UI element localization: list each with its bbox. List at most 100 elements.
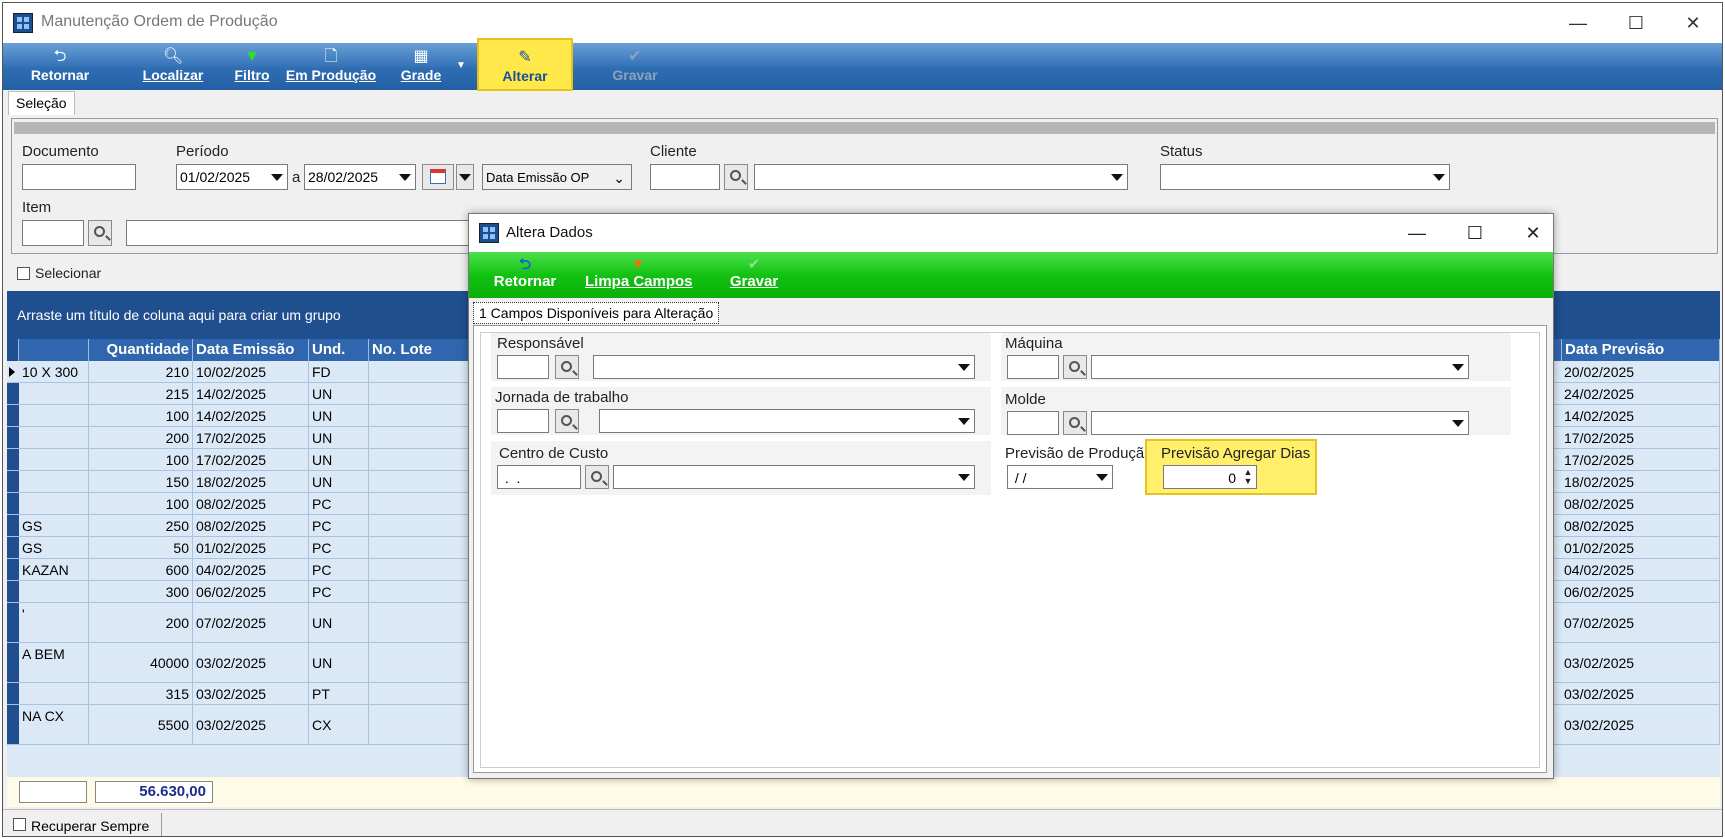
search-icon (1069, 417, 1080, 428)
cliente-code-input[interactable] (650, 164, 720, 190)
dialog-maximize-icon[interactable]: ☐ (1455, 219, 1495, 247)
maquina-code-input[interactable] (1007, 355, 1059, 379)
grade-dropdown-button[interactable]: ▼ (451, 43, 471, 90)
column-header-data-previsao[interactable]: Data Previsão (1561, 339, 1720, 361)
a-label: a (292, 169, 301, 186)
molde-code-input[interactable] (1007, 411, 1059, 435)
cell-data-emissao: 06/02/2025 (193, 581, 309, 602)
tab-selecao[interactable]: Seleção (8, 91, 75, 115)
row-indicator[interactable] (7, 383, 19, 404)
cell-descricao: A BEM (19, 643, 89, 682)
cell-no-lote (369, 471, 471, 492)
cell-data-previsao: 01/02/2025 (1561, 537, 1720, 558)
cliente-name-select[interactable] (754, 164, 1128, 190)
row-indicator[interactable] (7, 471, 19, 492)
cell-quantidade: 150 (89, 471, 193, 492)
documento-input[interactable] (22, 164, 136, 190)
centro-custo-code-input[interactable]: . . (497, 465, 581, 489)
tab-campos-disponiveis[interactable]: 1 Campos Disponíveis para Alteração (473, 302, 720, 324)
row-indicator[interactable] (7, 537, 19, 558)
chevron-down-icon[interactable] (399, 174, 411, 181)
cell-data-emissao: 04/02/2025 (193, 559, 309, 580)
edit-icon: ✎ (518, 49, 532, 66)
gravar-button[interactable]: ✔ Gravar (599, 43, 671, 90)
item-name-input[interactable] (126, 220, 486, 246)
cliente-search-button[interactable] (724, 164, 748, 190)
grid-icon: ▦ (413, 48, 429, 65)
row-indicator[interactable] (7, 361, 19, 382)
column-header-data-emissao[interactable]: Data Emissão (193, 339, 309, 361)
dialog-retornar-button[interactable]: ⮌ Retornar (491, 252, 559, 298)
row-indicator[interactable] (7, 449, 19, 470)
row-indicator[interactable] (7, 427, 19, 448)
cell-und: PC (309, 581, 369, 602)
centro-custo-code-value: . . (501, 470, 521, 486)
return-icon: ⮌ (518, 256, 531, 273)
row-indicator[interactable] (7, 603, 19, 642)
cell-data-emissao: 14/02/2025 (193, 383, 309, 404)
row-indicator[interactable] (7, 559, 19, 580)
cell-data-emissao: 18/02/2025 (193, 471, 309, 492)
recuperar-sempre-checkbox[interactable] (13, 818, 26, 831)
retornar-button[interactable]: ⮌ Retornar (17, 43, 103, 90)
centro-custo-search-button[interactable] (585, 465, 609, 489)
dialog-gravar-button[interactable]: ✔ Gravar (727, 252, 781, 298)
minimize-icon[interactable]: — (1556, 9, 1600, 37)
cell-no-lote (369, 643, 471, 682)
cell-quantidade: 250 (89, 515, 193, 536)
selecionar-checkbox[interactable] (17, 267, 30, 280)
limpa-campos-button[interactable]: ▼ Limpa Campos (585, 252, 693, 298)
row-indicator-header[interactable] (7, 339, 19, 361)
column-header-und[interactable]: Und. (309, 339, 369, 361)
previsao-agregar-input[interactable]: 0 ▲ ▼ (1163, 465, 1257, 489)
cell-und: PT (309, 683, 369, 704)
responsavel-select[interactable] (593, 355, 975, 379)
row-indicator[interactable] (7, 493, 19, 514)
alterar-button[interactable]: ✎ Alterar (477, 38, 573, 91)
maximize-icon[interactable]: ☐ (1614, 9, 1658, 37)
row-indicator[interactable] (7, 515, 19, 536)
grade-button[interactable]: ▦ Grade (393, 43, 449, 90)
status-select[interactable] (1160, 164, 1450, 190)
em-producao-button[interactable]: 🗋 Em Produção (282, 43, 380, 90)
row-indicator[interactable] (7, 683, 19, 704)
dialog-toolbar: ⮌ Retornar ▼ Limpa Campos ✔ Gravar (469, 252, 1553, 298)
column-header-descricao[interactable] (19, 339, 89, 361)
row-indicator[interactable] (7, 581, 19, 602)
date-type-select[interactable]: Data Emissão OP ⌄ (482, 164, 632, 190)
item-code-input[interactable] (22, 220, 84, 246)
cell-quantidade: 200 (89, 603, 193, 642)
responsavel-code-input[interactable] (497, 355, 549, 379)
column-header-no-lote[interactable]: No. Lote (369, 339, 471, 361)
dialog-minimize-icon[interactable]: — (1397, 219, 1437, 247)
jornada-search-button[interactable] (555, 409, 579, 433)
date-from-input[interactable]: 01/02/2025 (176, 164, 288, 190)
item-search-button[interactable] (88, 220, 112, 246)
filtro-button[interactable]: ▼ Filtro (229, 43, 275, 90)
calendar-button[interactable] (422, 164, 454, 190)
spinner-icon[interactable]: ▲ ▼ (1242, 468, 1254, 488)
calendar-dropdown-button[interactable] (456, 164, 474, 190)
chevron-down-icon[interactable] (271, 174, 283, 181)
dialog-close-icon[interactable]: ✕ (1513, 219, 1553, 247)
date-to-input[interactable]: 28/02/2025 (304, 164, 416, 190)
maquina-search-button[interactable] (1063, 355, 1087, 379)
jornada-code-input[interactable] (497, 409, 549, 433)
molde-search-button[interactable] (1063, 411, 1087, 435)
centro-custo-select[interactable] (613, 465, 975, 489)
altera-dados-dialog: Altera Dados — ☐ ✕ ⮌ Retornar ▼ Limpa Ca… (468, 213, 1554, 779)
localizar-button[interactable]: 🔍︎ Localizar (133, 43, 213, 90)
dialog-title: Altera Dados (506, 224, 593, 241)
previsao-producao-label: Previsão de Produção (1005, 445, 1153, 462)
close-icon[interactable]: ✕ (1671, 9, 1715, 37)
column-header-quantidade[interactable]: Quantidade (89, 339, 193, 361)
row-indicator[interactable] (7, 405, 19, 426)
cell-und: PC (309, 537, 369, 558)
maquina-select[interactable] (1091, 355, 1469, 379)
jornada-select[interactable] (599, 409, 975, 433)
row-indicator[interactable] (7, 705, 19, 744)
responsavel-search-button[interactable] (555, 355, 579, 379)
row-indicator[interactable] (7, 643, 19, 682)
previsao-producao-date-input[interactable]: / / (1007, 465, 1113, 489)
molde-select[interactable] (1091, 411, 1469, 435)
